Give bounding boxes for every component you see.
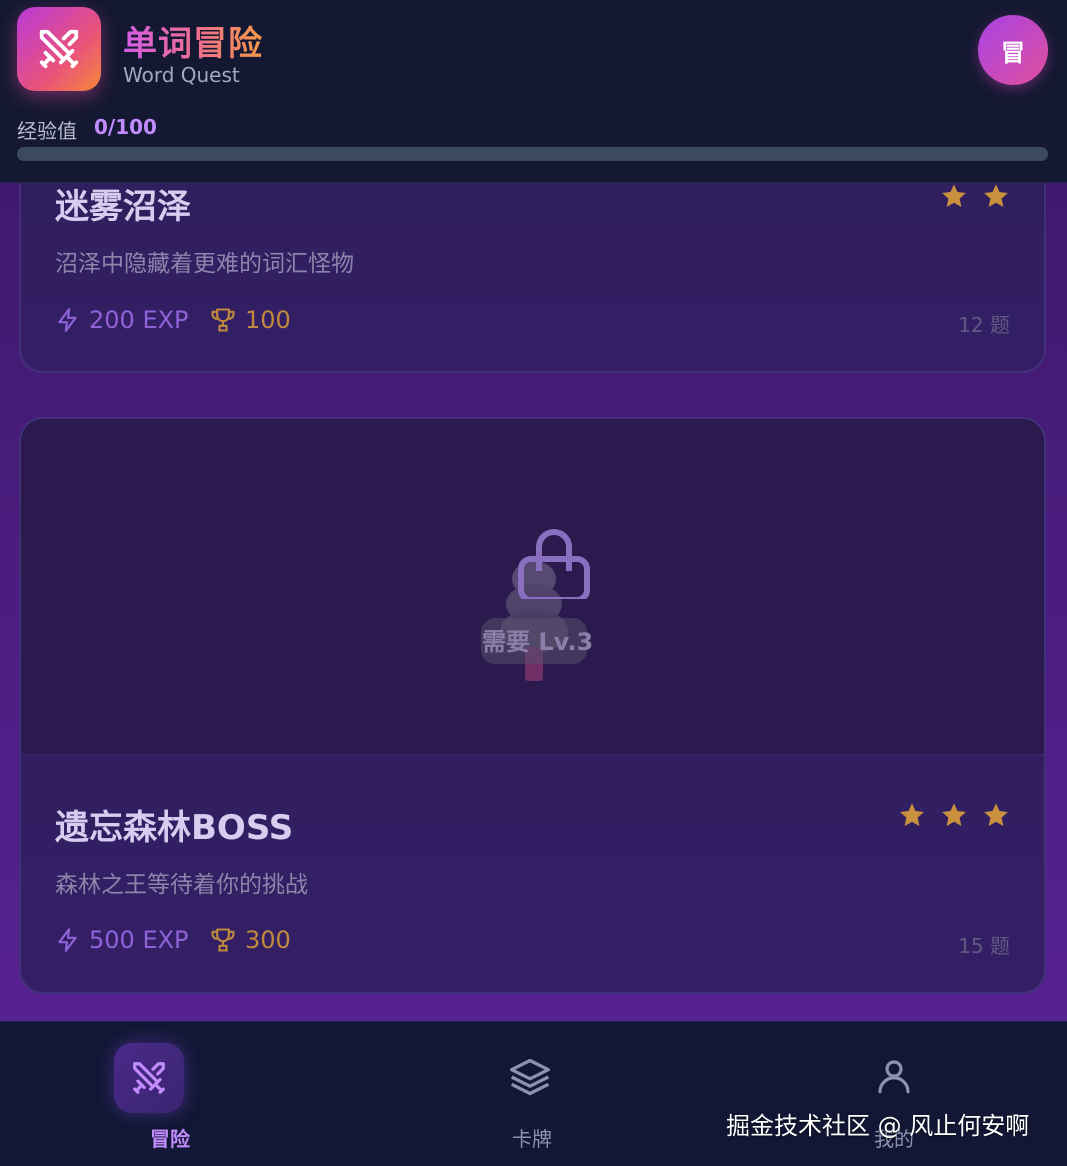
nav-icon-wrap xyxy=(508,1055,552,1099)
app-root: 迷雾沼泽 沼泽中隐藏着更难的词汇怪物 200 EXP 100 12 题 需要 L… xyxy=(0,0,1067,1166)
app-subtitle: Word Quest xyxy=(123,63,240,87)
xp-label: 经验值 xyxy=(17,119,77,143)
trophy-value: 300 xyxy=(245,926,291,954)
level-title: 迷雾沼泽 xyxy=(55,187,191,227)
bottom-nav: 冒险 卡牌 我的 xyxy=(0,1021,1067,1166)
nav-item-profile[interactable]: 我的 xyxy=(712,1022,1067,1166)
lock-icon xyxy=(518,529,590,599)
app-title: 单词冒险 xyxy=(123,16,263,65)
trophy-icon xyxy=(211,308,235,332)
star-icon xyxy=(984,184,1008,207)
watermark: 掘金技术社区 @ 风止何安啊 xyxy=(726,1112,1030,1140)
level-title: 遗忘森林BOSS xyxy=(55,808,294,848)
question-count: 15 题 xyxy=(958,934,1010,958)
nav-active-indicator xyxy=(114,1043,184,1113)
level-stars xyxy=(898,801,1010,829)
trophy-value: 100 xyxy=(245,306,291,334)
avatar-button[interactable]: 冒 xyxy=(978,15,1048,85)
nav-label: 冒险 xyxy=(150,1127,190,1151)
swords-icon xyxy=(133,1062,165,1094)
lightning-icon xyxy=(58,308,77,332)
lightning-icon xyxy=(58,928,77,952)
star-icon xyxy=(984,803,1008,826)
trophy-reward: 100 xyxy=(209,306,291,334)
exp-reward: 200 EXP xyxy=(55,306,189,334)
exp-value: 500 EXP xyxy=(89,926,189,954)
level-stars xyxy=(940,182,1010,210)
exp-value: 200 EXP xyxy=(89,306,189,334)
level-card-forgotten-forest-boss[interactable]: 需要 Lv.3 遗忘森林BOSS 森林之王等待着你的挑战 500 EXP 300… xyxy=(19,417,1046,994)
star-icon xyxy=(942,803,966,826)
layers-icon xyxy=(510,1058,550,1096)
nav-item-adventure[interactable]: 冒险 xyxy=(0,1022,356,1166)
trophy-reward: 300 xyxy=(209,926,291,954)
level-description: 森林之王等待着你的挑战 xyxy=(55,872,308,898)
xp-progress-bar xyxy=(17,147,1048,161)
exp-reward: 500 EXP xyxy=(55,926,189,954)
star-icon xyxy=(942,184,966,207)
nav-label: 卡牌 xyxy=(512,1127,552,1151)
star-icon xyxy=(900,803,924,826)
user-icon xyxy=(878,1060,910,1094)
question-count: 12 题 xyxy=(958,313,1010,337)
lock-overlay: 需要 Lv.3 xyxy=(21,419,1044,755)
trophy-icon xyxy=(211,928,235,952)
app-header: 单词冒险 Word Quest 冒 经验值 0/100 xyxy=(0,0,1067,183)
xp-value: 0/100 xyxy=(94,115,157,139)
nav-icon-wrap xyxy=(873,1055,915,1097)
level-image: 需要 Lv.3 xyxy=(21,419,1044,755)
lock-requirement: 需要 Lv.3 xyxy=(482,628,594,656)
nav-item-cards[interactable]: 卡牌 xyxy=(356,1022,712,1166)
swords-icon xyxy=(39,29,79,69)
level-description: 沼泽中隐藏着更难的词汇怪物 xyxy=(55,251,354,277)
app-logo xyxy=(17,7,101,91)
